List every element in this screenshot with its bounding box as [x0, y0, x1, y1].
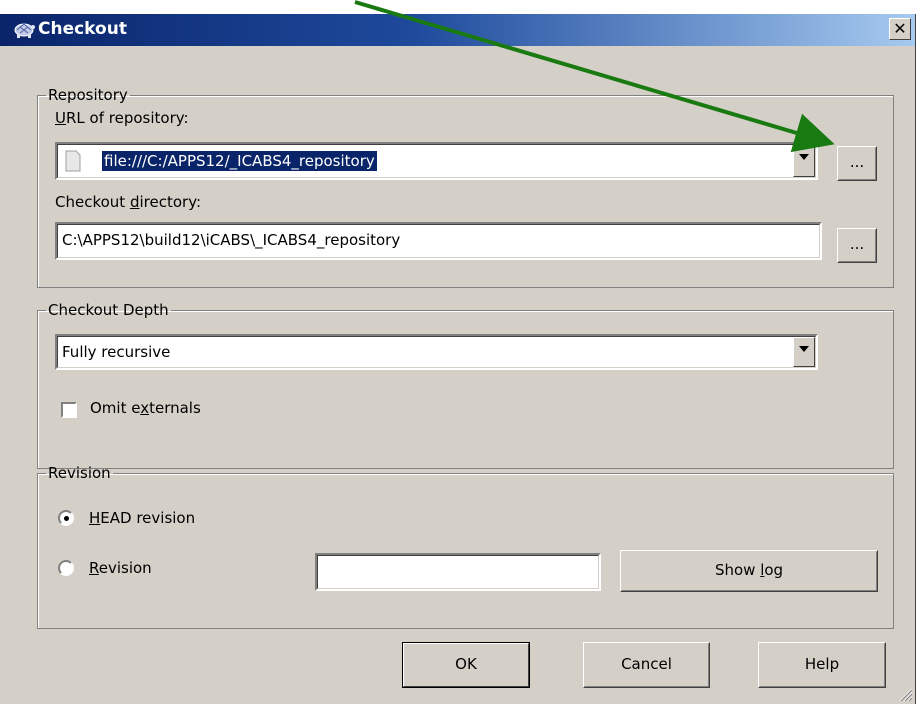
annotation-arrow: [354, 0, 835, 153]
